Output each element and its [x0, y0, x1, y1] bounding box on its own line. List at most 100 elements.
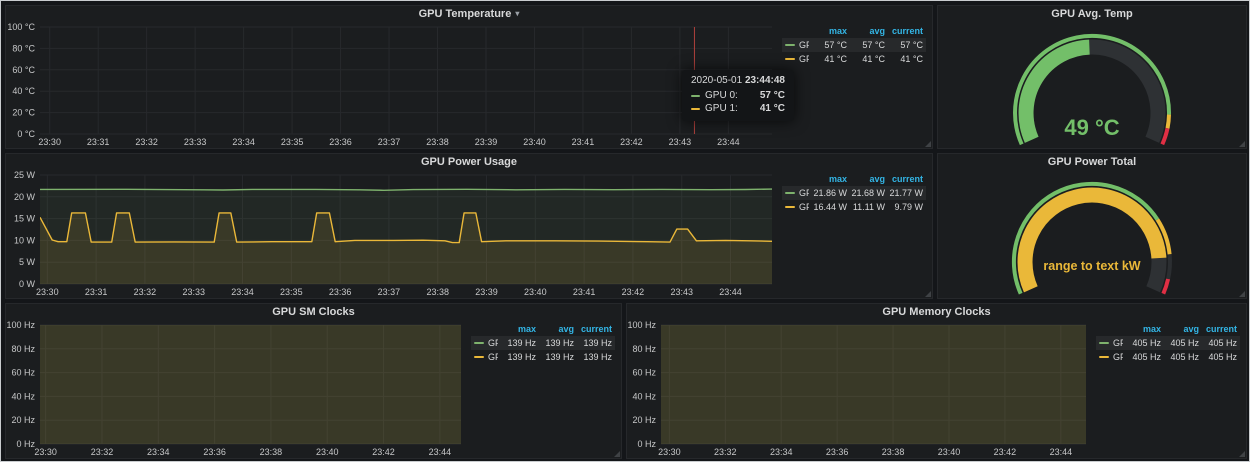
x-axis-label: 23:36 [203, 447, 226, 457]
legend-series-toggle[interactable]: GPU 1 [474, 352, 498, 362]
legend-column-header: current [885, 174, 923, 184]
y-axis-label: 60 Hz [632, 368, 656, 378]
legend-value: 21.86 W [809, 188, 847, 198]
temperature-chart[interactable]: 0 °C20 °C40 °C60 °C80 °C100 °C23:3023:31… [6, 22, 782, 148]
memory-clocks-chart[interactable]: 0 Hz20 Hz40 Hz60 Hz80 Hz100 Hz23:3023:32… [627, 320, 1096, 458]
y-axis-label: 100 Hz [6, 320, 35, 330]
panel-title-gpu-sm-clocks[interactable]: GPU SM Clocks [6, 304, 621, 320]
panel-title-gpu-power-usage[interactable]: GPU Power Usage [6, 154, 932, 170]
legend-value: 11.11 W [847, 202, 885, 212]
y-axis-label: 15 W [14, 214, 36, 224]
memory-clocks-legend: maxavgcurrentGPU 0405 Hz405 Hz405 HzGPU … [1096, 320, 1246, 458]
x-axis-label: 23:43 [670, 287, 693, 297]
temperature-legend: maxavgcurrentGPU 057 °C57 °C57 °CGPU 141… [782, 22, 932, 148]
x-axis-label: 23:31 [85, 287, 108, 297]
legend-series-toggle[interactable]: GPU 0 [785, 40, 809, 50]
legend-series-toggle[interactable]: GPU 1 [785, 202, 809, 212]
dashboard-canvas: GPU Temperature ▾ 0 °C20 °C40 °C60 °C80 … [0, 0, 1250, 462]
legend-value: 41 °C [885, 54, 923, 64]
legend-value: 405 Hz [1161, 338, 1199, 348]
x-axis-label: 23:33 [182, 287, 205, 297]
legend-series-toggle[interactable]: GPU 0 [785, 188, 809, 198]
legend-row: GPU 0139 Hz139 Hz139 Hz [471, 336, 615, 350]
legend-header-row: maxavgcurrent [1096, 322, 1240, 336]
panel-title-text: GPU Memory Clocks [882, 306, 990, 318]
panel-gpu-sm-clocks: GPU SM Clocks 0 Hz20 Hz40 Hz60 Hz80 Hz10… [5, 303, 622, 459]
legend-column-header: avg [536, 324, 574, 334]
x-axis-label: 23:30 [658, 447, 681, 457]
legend-column-header: max [498, 324, 536, 334]
series-marker [785, 44, 795, 46]
legend-series-toggle[interactable]: GPU 1 [1099, 352, 1123, 362]
series-marker [691, 95, 700, 97]
chart-svg[interactable]: 0 °C20 °C40 °C60 °C80 °C100 °C23:3023:31… [6, 22, 782, 148]
legend-value: 41 °C [809, 54, 847, 64]
x-axis-label: 23:44 [719, 287, 742, 297]
power-usage-legend: maxavgcurrentGPU 021.86 W21.68 W21.77 WG… [782, 170, 932, 298]
panel-title-text: GPU Temperature [419, 8, 512, 20]
legend-column-header: max [809, 174, 847, 184]
series-marker [785, 192, 795, 194]
y-axis-label: 40 Hz [11, 391, 35, 401]
legend-value: 21.68 W [847, 188, 885, 198]
x-axis-label: 23:42 [622, 287, 645, 297]
legend-value: 405 Hz [1123, 352, 1161, 362]
panel-title-text: GPU Avg. Temp [1051, 8, 1133, 20]
x-axis-label: 23:41 [573, 287, 596, 297]
legend-row: GPU 057 °C57 °C57 °C [782, 38, 926, 52]
x-axis-label: 23:40 [524, 287, 547, 297]
x-axis-label: 23:32 [134, 287, 157, 297]
series-fill [40, 320, 461, 444]
chart-svg[interactable]: 0 Hz20 Hz40 Hz60 Hz80 Hz100 Hz23:3023:32… [627, 320, 1096, 458]
panel-title-gpu-avg-temp[interactable]: GPU Avg. Temp [938, 6, 1246, 22]
x-axis-label: 23:34 [232, 137, 255, 147]
x-axis-label: 23:32 [91, 447, 114, 457]
panel-title-gpu-memory-clocks[interactable]: GPU Memory Clocks [627, 304, 1246, 320]
x-axis-label: 23:30 [36, 287, 59, 297]
panel-resize-handle[interactable] [925, 141, 931, 147]
y-axis-label: 60 Hz [11, 368, 35, 378]
legend-column-header: max [809, 26, 847, 36]
chart-svg[interactable]: 0 W5 W10 W15 W20 W25 W23:3023:3123:3223:… [6, 170, 782, 298]
legend-column-header: avg [1161, 324, 1199, 334]
panel-resize-handle[interactable] [1239, 141, 1245, 147]
power-usage-chart[interactable]: 0 W5 W10 W15 W20 W25 W23:3023:3123:3223:… [6, 170, 782, 298]
panel-resize-handle[interactable] [1239, 451, 1245, 457]
legend-series-toggle[interactable]: GPU 1 [785, 54, 809, 64]
legend-header-row: maxavgcurrent [782, 172, 926, 186]
series-marker [785, 58, 795, 60]
legend-series-toggle[interactable]: GPU 0 [474, 338, 498, 348]
sm-clocks-chart[interactable]: 0 Hz20 Hz40 Hz60 Hz80 Hz100 Hz23:3023:32… [6, 320, 471, 458]
x-axis-label: 23:35 [280, 287, 303, 297]
y-axis-label: 80 Hz [632, 344, 656, 354]
panel-resize-handle[interactable] [614, 451, 620, 457]
gauge-svg: range to text kW [938, 170, 1246, 298]
sm-clocks-legend: maxavgcurrentGPU 0139 Hz139 Hz139 HzGPU … [471, 320, 621, 458]
panel-gpu-power-total: GPU Power Total range to text kW [937, 153, 1247, 299]
legend-value: 405 Hz [1123, 338, 1161, 348]
legend-row: GPU 141 °C41 °C41 °C [782, 52, 926, 66]
gauge-threshold-ring [1163, 279, 1168, 294]
legend-value: 139 Hz [498, 352, 536, 362]
legend-value: 41 °C [847, 54, 885, 64]
x-axis-label: 23:40 [316, 447, 339, 457]
chart-svg[interactable]: 0 Hz20 Hz40 Hz60 Hz80 Hz100 Hz23:3023:32… [6, 320, 471, 458]
series-marker [474, 342, 484, 344]
panel-resize-handle[interactable] [925, 291, 931, 297]
legend-series-toggle[interactable]: GPU 0 [1099, 338, 1123, 348]
panel-resize-handle[interactable] [1239, 291, 1245, 297]
x-axis-label: 23:36 [826, 447, 849, 457]
x-axis-label: 23:44 [429, 447, 452, 457]
panel-title-gpu-power-total[interactable]: GPU Power Total [938, 154, 1246, 170]
gauge-value-text: range to text kW [1043, 259, 1140, 273]
chevron-down-icon: ▾ [515, 10, 519, 18]
y-axis-label: 20 W [14, 192, 36, 202]
legend-value: 16.44 W [809, 202, 847, 212]
panel-title-gpu-temperature[interactable]: GPU Temperature ▾ [6, 6, 932, 22]
x-axis-label: 23:38 [260, 447, 283, 457]
legend-value: 57 °C [885, 40, 923, 50]
gauge-threshold-ring [1168, 254, 1170, 279]
legend-row: GPU 1405 Hz405 Hz405 Hz [1096, 350, 1240, 364]
x-axis-label: 23:35 [281, 137, 304, 147]
legend-value: 405 Hz [1161, 352, 1199, 362]
